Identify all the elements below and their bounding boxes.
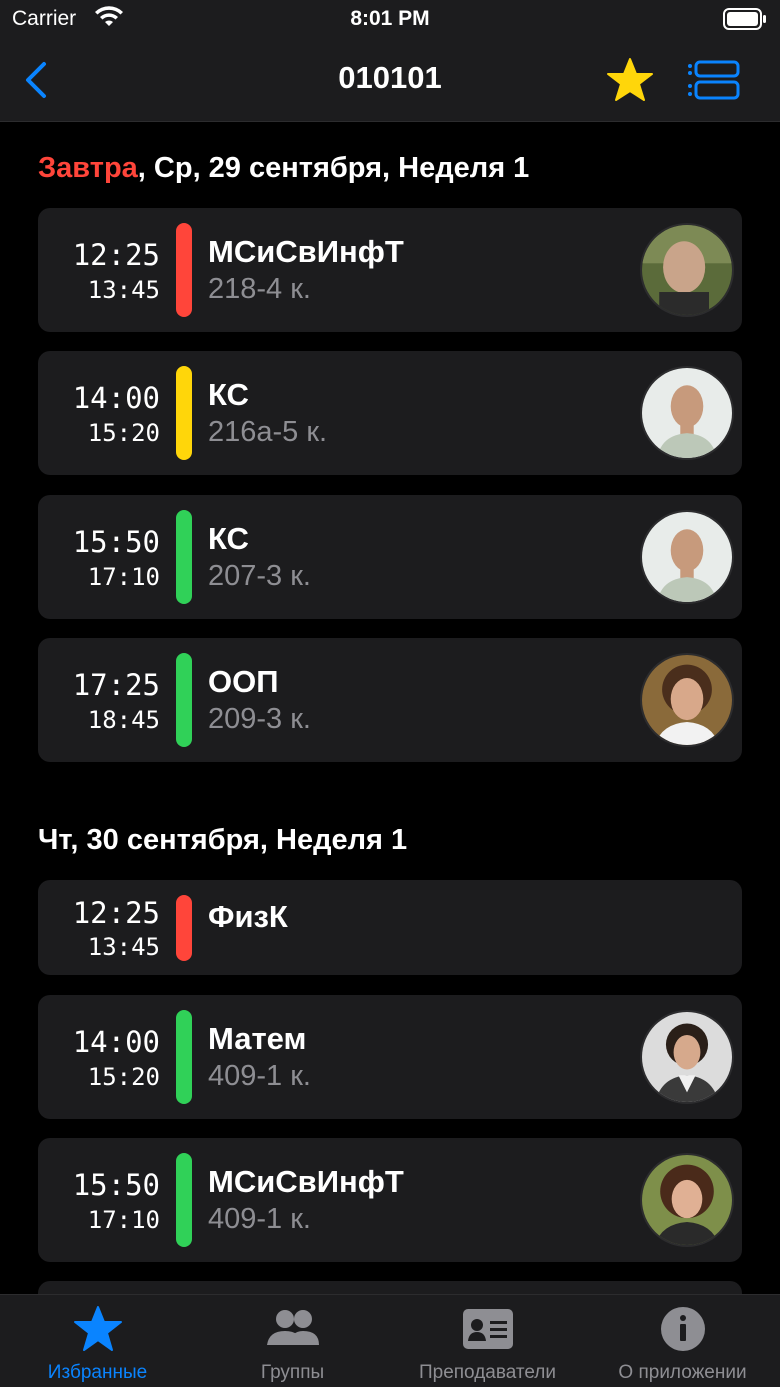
- lesson-card[interactable]: 17:25 18:45 ООП 209-3 к.: [38, 638, 742, 762]
- tab-label: Преподаватели: [418, 1362, 557, 1383]
- end-time: 13:45: [87, 933, 160, 961]
- end-time: 18:45: [87, 706, 160, 734]
- subject-name: ООП: [208, 664, 279, 699]
- room-number: 409-1 к.: [208, 1203, 311, 1235]
- star-icon: [73, 1306, 122, 1351]
- start-time: 15:50: [72, 525, 160, 559]
- subject-name: МСиСвИнфТ: [208, 1164, 404, 1199]
- end-time: 17:10: [87, 1206, 160, 1234]
- lesson-card[interactable]: 15:50 17:10 МСиСвИнфТ 409-1 к.: [38, 1138, 742, 1262]
- day-header: Завтра, Ср, 29 сентября, Неделя 1: [38, 152, 529, 185]
- teacher-avatar[interactable]: [640, 223, 734, 317]
- lesson-card[interactable]: 14:00 15:20 КС 216а-5 к.: [38, 351, 742, 475]
- tab-label: Избранные: [47, 1362, 148, 1383]
- teacher-avatar[interactable]: [640, 1010, 734, 1104]
- info-icon: [660, 1307, 705, 1351]
- tab-label: Группы: [260, 1362, 325, 1383]
- end-time: 15:20: [87, 1063, 160, 1091]
- start-time: 17:25: [72, 668, 160, 702]
- day-title: , Ср, 29 сентября, Неделя 1: [137, 152, 530, 184]
- teacher-avatar[interactable]: [640, 366, 734, 460]
- tab-label: О приложении: [618, 1362, 747, 1383]
- lesson-color-bar: [176, 895, 192, 961]
- day-header: Чт, 30 сентября, Неделя 1: [38, 824, 407, 857]
- subject-name: КС: [208, 377, 249, 412]
- teacher-avatar[interactable]: [640, 510, 734, 604]
- lesson-color-bar: [176, 223, 192, 317]
- star-icon[interactable]: [604, 56, 656, 104]
- tab-teachers[interactable]: Преподаватели: [390, 1295, 585, 1387]
- schedule-list[interactable]: Завтра, Ср, 29 сентября, Неделя 1 12:25 …: [0, 122, 780, 1294]
- page-title: 010101: [338, 60, 442, 95]
- start-time: 12:25: [72, 238, 160, 272]
- subject-name: ФизК: [208, 899, 288, 934]
- people-icon: [266, 1310, 319, 1345]
- lesson-card[interactable]: 15:50 17:10 КС 207-3 к.: [38, 495, 742, 619]
- tab-bar: Избранные Группы Преподаватели О приложе…: [0, 1294, 780, 1387]
- lesson-card[interactable]: [38, 1281, 742, 1294]
- room-number: 207-3 к.: [208, 560, 311, 592]
- room-number: 209-3 к.: [208, 703, 311, 735]
- battery-icon: [723, 8, 766, 30]
- clock: 8:01 PM: [350, 7, 430, 30]
- tab-favorites[interactable]: Избранные: [0, 1295, 195, 1387]
- day-title: Чт, 30 сентября, Неделя 1: [38, 824, 408, 856]
- lesson-color-bar: [176, 1153, 192, 1247]
- tab-about[interactable]: О приложении: [585, 1295, 780, 1387]
- start-time: 14:00: [72, 1025, 160, 1059]
- room-number: 218-4 к.: [208, 273, 311, 305]
- subject-name: МСиСвИнфТ: [208, 234, 404, 269]
- teacher-avatar[interactable]: [640, 1153, 734, 1247]
- start-time: 12:25: [72, 896, 160, 930]
- tomorrow-label: Завтра: [38, 152, 138, 184]
- lesson-color-bar: [176, 510, 192, 604]
- status-bar: Carrier 8:01 PM: [0, 0, 780, 40]
- lesson-color-bar: [176, 1010, 192, 1104]
- lesson-color-bar: [176, 366, 192, 460]
- end-time: 13:45: [87, 276, 160, 304]
- end-time: 15:20: [87, 419, 160, 447]
- tab-groups[interactable]: Группы: [195, 1295, 390, 1387]
- navigation-bar: 010101: [0, 40, 780, 122]
- lesson-color-bar: [176, 653, 192, 747]
- lesson-card[interactable]: 12:25 13:45 МСиСвИнфТ 218-4 к.: [38, 208, 742, 332]
- list-icon[interactable]: [686, 58, 742, 102]
- subject-name: Матем: [208, 1021, 307, 1056]
- room-number: 409-1 к.: [208, 1060, 311, 1092]
- end-time: 17:10: [87, 563, 160, 591]
- teacher-avatar[interactable]: [640, 653, 734, 747]
- start-time: 15:50: [72, 1168, 160, 1202]
- room-number: 216а-5 к.: [208, 416, 328, 448]
- lesson-card[interactable]: 14:00 15:20 Матем 409-1 к.: [38, 995, 742, 1119]
- start-time: 14:00: [72, 381, 160, 415]
- lesson-card[interactable]: 12:25 13:45 ФизК: [38, 880, 742, 975]
- chevron-left-icon[interactable]: [18, 60, 54, 100]
- contact-card-icon: [462, 1309, 513, 1349]
- subject-name: КС: [208, 521, 249, 556]
